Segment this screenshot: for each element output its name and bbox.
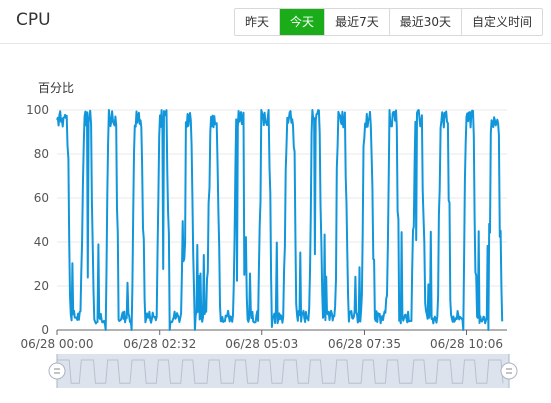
y-tick-label: 100 <box>26 103 49 117</box>
x-tick-label: 06/28 07:35 <box>328 337 401 351</box>
x-tick-label: 06/28 00:00 <box>21 337 94 351</box>
series-line <box>56 109 504 331</box>
range-tab-custom[interactable]: 自定义时间 <box>461 9 542 35</box>
cpu-chart: 0 20 40 60 80 100 06/28 00:00 06/28 02:32 06/28… <box>0 44 551 403</box>
y-tick-label: 0 <box>41 323 49 337</box>
series-cpu <box>56 109 504 331</box>
y-axis: 0 20 40 60 80 100 <box>26 103 49 337</box>
slider-handle-left[interactable] <box>48 362 66 380</box>
cpu-chart-svg: 020406080100 06/28 00:00 06/28 02:32 06/28… <box>21 81 518 388</box>
x-tick-label: 06/28 02:32 <box>123 337 196 351</box>
range-tab-today[interactable]: 今天 <box>280 9 326 35</box>
y-tick-label: 60 <box>34 191 49 205</box>
range-tab-yesterday[interactable]: 昨天 <box>235 9 281 35</box>
range-tab-last-7-days[interactable]: 最近7天 <box>325 9 390 35</box>
time-range-tabs: 昨天 今天 最近7天 最近30天 自定义时间 <box>234 8 543 36</box>
y-tick-label: 40 <box>34 235 49 249</box>
x-tick-label: 06/28 05:03 <box>225 337 298 351</box>
y-tick-label: 80 <box>34 147 49 161</box>
range-tab-last-30-days[interactable]: 最近30天 <box>389 9 462 35</box>
panel-header: CPU 昨天 今天 最近7天 最近30天 自定义时间 <box>0 0 551 44</box>
y-axis-label: 百分比 <box>38 81 74 95</box>
slider-handle-right[interactable] <box>500 362 518 380</box>
x-axis: 06/28 00:00 06/28 02:32 06/28 05:03 06/28 0… <box>21 330 503 351</box>
y-tick-label: 20 <box>34 279 49 293</box>
x-tick-label: 06/28 10:06 <box>430 337 503 351</box>
panel-title: CPU <box>16 10 51 30</box>
zoom-slider[interactable] <box>48 354 518 388</box>
